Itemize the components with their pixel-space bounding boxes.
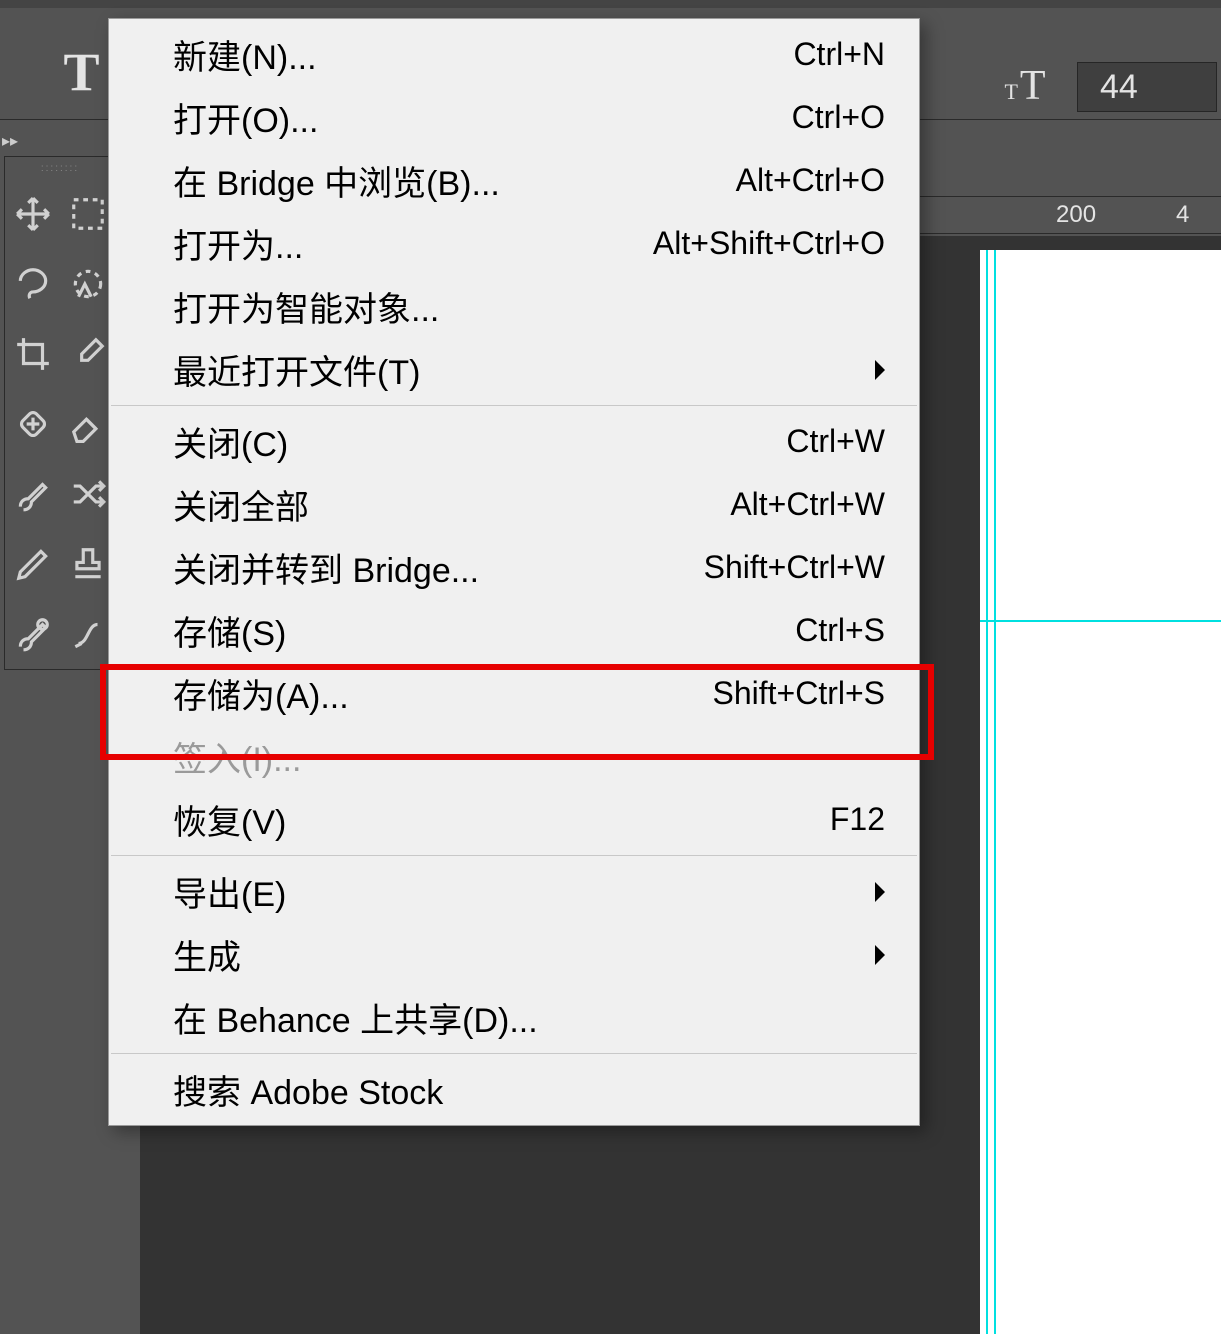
chevron-right-icon bbox=[875, 360, 895, 380]
stamp-icon bbox=[69, 545, 107, 583]
tool-crop[interactable] bbox=[5, 319, 60, 389]
ruler-mark: 4 bbox=[1176, 201, 1189, 229]
menu-item[interactable]: 搜索 Adobe Stock bbox=[109, 1058, 919, 1121]
menu-item-label: 签入(I)... bbox=[173, 732, 885, 781]
tool-move[interactable] bbox=[5, 179, 60, 249]
menu-item-shortcut: Ctrl+S bbox=[795, 612, 885, 649]
menu-item[interactable]: 存储(S)Ctrl+S bbox=[109, 599, 919, 662]
menu-item[interactable]: 最近打开文件(T) bbox=[109, 338, 919, 401]
menu-item-shortcut: Shift+Ctrl+W bbox=[704, 549, 885, 586]
tool-stamp[interactable] bbox=[60, 529, 115, 599]
menu-item-label: 存储(S) bbox=[173, 606, 795, 655]
menu-item-label: 打开为智能对象... bbox=[173, 282, 885, 331]
guide-vertical[interactable] bbox=[986, 250, 988, 1334]
menu-item[interactable]: 生成 bbox=[109, 923, 919, 986]
menu-item[interactable]: 打开(O)...Ctrl+O bbox=[109, 86, 919, 149]
menu-item-shortcut: Alt+Ctrl+O bbox=[736, 162, 885, 199]
tool-marquee[interactable] bbox=[60, 179, 115, 249]
menu-item-label: 最近打开文件(T) bbox=[173, 345, 885, 394]
menu-separator bbox=[111, 405, 917, 406]
tool-smudge[interactable] bbox=[60, 599, 115, 669]
menu-item[interactable]: 关闭(C)Ctrl+W bbox=[109, 410, 919, 473]
tool-history-brush[interactable] bbox=[5, 599, 60, 669]
menu-item[interactable]: 存储为(A)...Shift+Ctrl+S bbox=[109, 662, 919, 725]
toolbox-grip[interactable]: :::::::: bbox=[5, 157, 115, 179]
font-size-icon: T T bbox=[995, 56, 1055, 116]
guide-horizontal[interactable] bbox=[980, 620, 1221, 622]
menu-item[interactable]: 打开为...Alt+Shift+Ctrl+O bbox=[109, 212, 919, 275]
menu-item: 签入(I)... bbox=[109, 725, 919, 788]
menu-item-label: 生成 bbox=[173, 930, 885, 979]
menubar bbox=[0, 0, 1221, 8]
panel-expand-handle[interactable]: ▸▸ bbox=[2, 130, 34, 152]
menu-item-shortcut: Alt+Shift+Ctrl+O bbox=[653, 225, 885, 262]
menu-item-label: 新建(N)... bbox=[173, 30, 793, 79]
menu-item-label: 在 Behance 上共享(D)... bbox=[173, 993, 885, 1042]
menu-item[interactable]: 关闭并转到 Bridge...Shift+Ctrl+W bbox=[109, 536, 919, 599]
menu-item-label: 搜索 Adobe Stock bbox=[173, 1065, 885, 1114]
menu-item[interactable]: 打开为智能对象... bbox=[109, 275, 919, 338]
menu-item-label: 恢复(V) bbox=[173, 795, 830, 844]
menu-item-shortcut: Alt+Ctrl+W bbox=[730, 486, 885, 523]
font-size-input[interactable]: 44 bbox=[1077, 62, 1217, 112]
tool-pen[interactable] bbox=[5, 529, 60, 599]
healing-icon bbox=[14, 405, 52, 443]
document-page bbox=[980, 250, 1221, 1334]
tool-eraser[interactable] bbox=[60, 389, 115, 459]
menu-item-label: 打开(O)... bbox=[173, 93, 792, 142]
menu-item-shortcut: F12 bbox=[830, 801, 885, 838]
ruler-mark: 200 bbox=[1056, 201, 1096, 229]
tool-healing[interactable] bbox=[5, 389, 60, 459]
pen-icon bbox=[14, 545, 52, 583]
menu-item[interactable]: 导出(E) bbox=[109, 860, 919, 923]
chevron-right-icon bbox=[875, 945, 895, 965]
tool-quick-select[interactable] bbox=[60, 249, 115, 319]
tool-lasso[interactable] bbox=[5, 249, 60, 319]
crop-icon bbox=[14, 335, 52, 373]
menu-item-label: 关闭全部 bbox=[173, 480, 730, 529]
menu-item[interactable]: 在 Bridge 中浏览(B)...Alt+Ctrl+O bbox=[109, 149, 919, 212]
tool-eyedropper[interactable] bbox=[60, 319, 115, 389]
toolbox: :::::::: bbox=[4, 156, 116, 670]
guide-vertical[interactable] bbox=[994, 250, 996, 1334]
file-menu: 新建(N)...Ctrl+N打开(O)...Ctrl+O在 Bridge 中浏览… bbox=[108, 18, 920, 1126]
smudge-icon bbox=[69, 615, 107, 653]
menu-item-label: 导出(E) bbox=[173, 867, 885, 916]
tool-brush[interactable] bbox=[5, 459, 60, 529]
menu-item-label: 关闭(C) bbox=[173, 417, 786, 466]
menu-item[interactable]: 在 Behance 上共享(D)... bbox=[109, 986, 919, 1049]
menu-separator bbox=[111, 1053, 917, 1054]
menu-item[interactable]: 关闭全部Alt+Ctrl+W bbox=[109, 473, 919, 536]
history-brush-icon bbox=[14, 615, 52, 653]
brush-icon bbox=[14, 475, 52, 513]
move-icon bbox=[14, 195, 52, 233]
tool-shuffle[interactable] bbox=[60, 459, 115, 529]
quick-select-icon bbox=[69, 265, 107, 303]
menu-item-shortcut: Ctrl+W bbox=[786, 423, 885, 460]
menu-item[interactable]: 恢复(V)F12 bbox=[109, 788, 919, 851]
eyedropper-icon bbox=[69, 335, 107, 373]
menu-item-shortcut: Ctrl+N bbox=[793, 36, 885, 73]
menu-item-label: 存储为(A)... bbox=[173, 669, 712, 718]
shuffle-icon bbox=[69, 475, 107, 513]
lasso-icon bbox=[14, 265, 52, 303]
menu-item[interactable]: 新建(N)...Ctrl+N bbox=[109, 23, 919, 86]
eraser-icon bbox=[69, 405, 107, 443]
menu-item-label: 打开为... bbox=[173, 219, 653, 268]
menu-item-shortcut: Ctrl+O bbox=[792, 99, 885, 136]
menu-item-label: 在 Bridge 中浏览(B)... bbox=[173, 156, 736, 205]
menu-item-shortcut: Shift+Ctrl+S bbox=[712, 675, 885, 712]
menu-item-label: 关闭并转到 Bridge... bbox=[173, 543, 704, 592]
marquee-icon bbox=[69, 195, 107, 233]
menu-separator bbox=[111, 855, 917, 856]
chevron-right-icon bbox=[875, 882, 895, 902]
